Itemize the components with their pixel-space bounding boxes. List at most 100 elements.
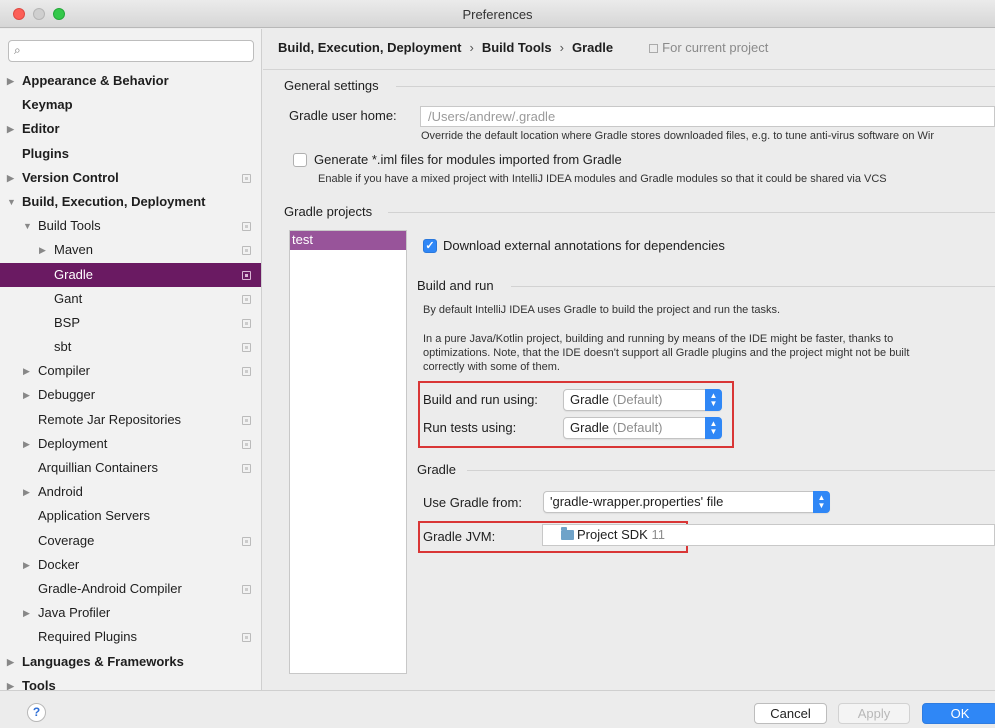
sidebar-item-bsp[interactable]: BSP [0, 311, 261, 335]
gradle-projects-list[interactable]: test [289, 230, 407, 674]
sidebar-item-build-tools[interactable]: ▼ Build Tools [0, 214, 261, 238]
run-tests-using-label: Run tests using: [423, 420, 517, 435]
project-item-test[interactable]: test [290, 231, 406, 250]
sidebar-item-coverage[interactable]: Coverage [0, 529, 261, 553]
sidebar-item-editor[interactable]: ▶ Editor [0, 117, 261, 141]
use-gradle-from-value: 'gradle-wrapper.properties' file [550, 494, 724, 509]
project-level-icon [242, 318, 251, 328]
sidebar-item-debugger[interactable]: ▶ Debugger [0, 383, 261, 407]
expand-arrow-right-icon[interactable]: ▶ [23, 383, 30, 407]
sidebar-item-label: Gradle-Android Compiler [38, 580, 182, 596]
sidebar-item-deployment[interactable]: ▶ Deployment [0, 432, 261, 456]
expand-arrow-right-icon[interactable]: ▶ [23, 601, 30, 625]
generate-iml-label[interactable]: Generate *.iml files for modules importe… [314, 152, 622, 167]
default-suffix: (Default) [612, 420, 663, 435]
gradle-projects-title: Gradle projects [284, 204, 373, 219]
window-title: Preferences [462, 7, 533, 22]
sidebar-item-label: Required Plugins [38, 629, 138, 645]
gradle-settings-panel: Build, Execution, Deployment › Build Tools… [263, 29, 995, 690]
expand-arrow-right-icon[interactable]: ▶ [23, 553, 30, 577]
sidebar-item-plugins[interactable]: Plugins [0, 142, 261, 166]
ok-button[interactable]: OK [922, 703, 995, 724]
breadcrumb-gradle: Gradle [571, 40, 614, 55]
expand-arrow-right-icon[interactable]: ▶ [7, 674, 14, 690]
sidebar-item-label: Tools [22, 677, 56, 690]
generate-iml-checkbox[interactable] [293, 153, 307, 167]
expand-arrow-down-icon[interactable]: ▼ [7, 190, 16, 214]
generate-iml-hint: Enable if you have a mixed project with … [318, 173, 887, 185]
expand-arrow-right-icon[interactable]: ▶ [7, 69, 14, 93]
dialog-button-bar: ? Cancel Apply OK [0, 690, 995, 728]
project-level-icon [242, 633, 251, 643]
scope-label: For current project [662, 40, 769, 55]
select-arrows-icon: ▲ ▼ [705, 389, 722, 411]
sidebar-item-application-servers[interactable]: Application Servers [0, 504, 261, 528]
sidebar-item-label: Compiler [38, 363, 91, 379]
sidebar-item-java-profiler[interactable]: ▶ Java Profiler [0, 601, 261, 625]
sidebar-item-version-control[interactable]: ▶ Version Control [0, 166, 261, 190]
general-settings-title: General settings [284, 78, 379, 93]
gradle-user-home-input[interactable]: /Users/andrew/.gradle [420, 106, 995, 127]
download-annotations-checkbox[interactable]: ✓ [423, 239, 437, 253]
select-arrows-icon: ▲ ▼ [813, 491, 830, 513]
run-tests-using-value: Gradle [570, 420, 610, 435]
project-level-icon [242, 415, 251, 425]
sidebar-item-label: Plugins [22, 145, 69, 161]
project-level-icon [242, 536, 251, 546]
sidebar-item-arquillian-containers[interactable]: Arquillian Containers [0, 456, 261, 480]
search-input[interactable]: ⌕ [8, 40, 254, 62]
sidebar-item-languages-frameworks[interactable]: ▶ Languages & Frameworks [0, 650, 261, 674]
gradle-jvm-label: Gradle JVM: [423, 529, 496, 544]
expand-arrow-right-icon[interactable]: ▶ [23, 359, 30, 383]
build-and-run-using-label: Build and run using: [423, 392, 538, 407]
apply-button[interactable]: Apply [838, 703, 910, 724]
breadcrumb: Build, Execution, Deployment › Build Tools… [278, 40, 768, 55]
project-level-icon [242, 246, 251, 256]
sidebar-item-tools[interactable]: ▶ Tools [0, 674, 261, 690]
header-divider [263, 69, 995, 70]
sidebar-item-gradle-android-compiler[interactable]: Gradle-Android Compiler [0, 577, 261, 601]
sidebar-item-label: BSP [54, 314, 81, 330]
download-annotations-label[interactable]: Download external annotations for depend… [443, 238, 725, 253]
gradle-jvm-version: 11 [651, 527, 665, 542]
expand-arrow-right-icon[interactable]: ▶ [23, 480, 30, 504]
sidebar-item-gradle[interactable]: Gradle [0, 262, 261, 287]
sidebar-item-label: Coverage [38, 532, 95, 548]
sidebar-item-remote-jar-repositories[interactable]: Remote Jar Repositories [0, 408, 261, 432]
sidebar-item-compiler[interactable]: ▶ Compiler [0, 359, 261, 383]
breadcrumb-build-tools[interactable]: Build Tools [482, 40, 552, 55]
sidebar-item-appearance-behavior[interactable]: ▶ Appearance & Behavior [0, 69, 261, 93]
breadcrumb-build-execution[interactable]: Build, Execution, Deployment [278, 40, 461, 55]
gradle-jvm-select[interactable]: Project SDK 11 [542, 524, 995, 546]
sidebar-item-label: Keymap [22, 97, 73, 113]
expand-arrow-right-icon[interactable]: ▶ [7, 117, 14, 141]
sidebar-item-sbt[interactable]: sbt [0, 335, 261, 359]
gradle-user-home-label: Gradle user home: [289, 108, 397, 123]
build-and-run-using-select[interactable]: Gradle (Default) ▲ ▼ [563, 389, 722, 411]
sidebar-item-label: Build Tools [38, 218, 101, 234]
sidebar-item-required-plugins[interactable]: Required Plugins [0, 625, 261, 649]
run-tests-using-select[interactable]: Gradle (Default) ▲ ▼ [563, 417, 722, 439]
search-icon: ⌕ [14, 43, 21, 57]
sidebar-item-label: Maven [54, 242, 94, 258]
cancel-button[interactable]: Cancel [754, 703, 827, 724]
expand-arrow-right-icon[interactable]: ▶ [23, 432, 30, 456]
expand-arrow-down-icon[interactable]: ▼ [23, 214, 32, 238]
sidebar-item-label: Deployment [38, 435, 108, 451]
sidebar-item-label: Java Profiler [38, 605, 111, 621]
expand-arrow-right-icon[interactable]: ▶ [7, 650, 14, 674]
sidebar-item-label: Gradle [54, 266, 94, 282]
sidebar-item-docker[interactable]: ▶ Docker [0, 553, 261, 577]
sidebar-item-keymap[interactable]: Keymap [0, 93, 261, 117]
project-level-icon [242, 439, 251, 449]
expand-arrow-right-icon[interactable]: ▶ [7, 166, 14, 190]
sidebar-item-gant[interactable]: Gant [0, 287, 261, 311]
expand-arrow-right-icon[interactable]: ▶ [39, 238, 46, 262]
sidebar-item-build-execution-deployment[interactable]: ▼ Build, Execution, Deployment [0, 190, 261, 214]
use-gradle-from-select[interactable]: 'gradle-wrapper.properties' file ▲ ▼ [543, 491, 830, 513]
help-button[interactable]: ? [27, 703, 46, 722]
section-divider [511, 286, 995, 287]
sidebar-item-label: Docker [38, 556, 80, 572]
sidebar-item-maven[interactable]: ▶ Maven [0, 238, 261, 262]
sidebar-item-android[interactable]: ▶ Android [0, 480, 261, 504]
